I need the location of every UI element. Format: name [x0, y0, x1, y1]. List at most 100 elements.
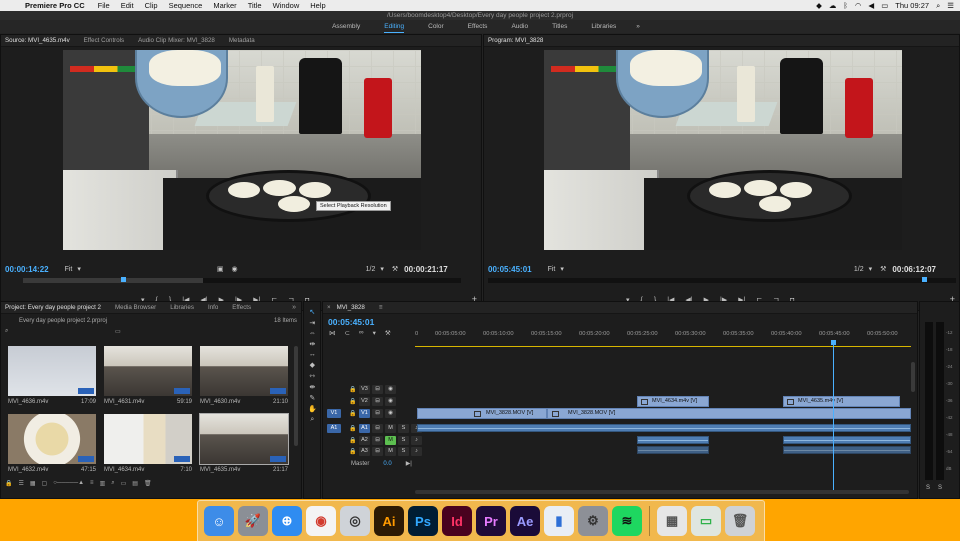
snap-icon[interactable]: ⊂: [345, 329, 350, 337]
list-view-icon[interactable]: ☰: [18, 480, 23, 487]
clip-thumbnail[interactable]: [200, 346, 288, 396]
program-playhead[interactable]: [922, 277, 927, 282]
ws-assembly[interactable]: Assembly: [320, 23, 372, 30]
eye-icon[interactable]: ◉: [385, 409, 396, 418]
dock-safari-icon[interactable]: ⊕: [272, 506, 302, 536]
wrench-icon[interactable]: ⚒: [880, 265, 886, 273]
program-time-ruler[interactable]: [488, 278, 956, 283]
bluetooth-icon[interactable]: ᛒ: [843, 1, 848, 10]
dock-keynote-icon[interactable]: ▮: [544, 506, 574, 536]
zoom-slider[interactable]: ○─────▲: [53, 480, 84, 487]
sort-icon[interactable]: ≡: [90, 480, 94, 487]
export-frame-icon[interactable]: ▣: [217, 265, 224, 273]
dock-facetime-icon[interactable]: ▭: [691, 506, 721, 536]
track-label-a3[interactable]: A3: [359, 447, 370, 456]
ws-audio[interactable]: Audio: [499, 23, 540, 30]
sync-lock-icon[interactable]: ⊟: [372, 409, 383, 418]
dock-photoshop-icon[interactable]: Ps: [408, 506, 438, 536]
clip-thumbnail[interactable]: [8, 414, 96, 464]
timeline-zoom-scrollbar[interactable]: [415, 490, 909, 494]
lock-icon[interactable]: 🔒: [5, 480, 12, 487]
timeline-scrollbar[interactable]: [911, 362, 915, 392]
slide-icon[interactable]: ⇼: [309, 383, 315, 391]
dock-spotify-icon[interactable]: ≋: [612, 506, 642, 536]
sync-lock-icon[interactable]: ⊟: [372, 385, 383, 394]
ws-more-button[interactable]: »: [636, 23, 640, 30]
cloud-icon[interactable]: ☁: [829, 1, 837, 10]
dock-launchpad-icon[interactable]: 🚀: [238, 506, 268, 536]
sync-lock-icon[interactable]: ⊟: [372, 436, 383, 445]
lock-icon[interactable]: 🔒: [349, 398, 359, 405]
solo-button[interactable]: S: [398, 436, 409, 445]
program-resolution-dropdown[interactable]: 1/2 ▾: [854, 265, 872, 274]
tab-metadata[interactable]: Metadata: [229, 37, 255, 44]
project-scrollbar[interactable]: [294, 346, 298, 446]
freeform-view-icon[interactable]: ▢: [42, 480, 48, 487]
track-label-v2[interactable]: V2: [359, 397, 370, 406]
source-resolution-dropdown[interactable]: 1/2 ▾: [366, 265, 384, 274]
ws-titles[interactable]: Titles: [540, 23, 579, 30]
time-ruler[interactable]: 0 00:05:05:00 00:05:10:00 00:05:15:00 00…: [413, 331, 913, 341]
ripple-edit-icon[interactable]: ⇔: [309, 330, 316, 337]
track-label-a1[interactable]: A1: [359, 424, 370, 433]
solo-right-button[interactable]: S: [938, 485, 942, 491]
mic-icon[interactable]: ♪: [411, 447, 422, 456]
tab-media-browser[interactable]: Media Browser: [115, 304, 156, 311]
program-video-frame[interactable]: [544, 50, 902, 250]
lock-icon[interactable]: 🔒: [349, 437, 359, 444]
sync-lock-icon[interactable]: ⊟: [372, 447, 383, 456]
ws-libraries[interactable]: Libraries: [579, 23, 628, 30]
hand-icon[interactable]: ✋: [308, 405, 317, 413]
solo-button[interactable]: S: [398, 447, 409, 456]
nest-icon[interactable]: ⋈: [329, 329, 336, 337]
dock-system-preferences-icon[interactable]: ⚙: [578, 506, 608, 536]
mic-icon[interactable]: ♪: [411, 436, 422, 445]
rate-stretch-icon[interactable]: ↔: [309, 351, 316, 358]
clip-thumbnail[interactable]: [104, 414, 192, 464]
mute-button[interactable]: M: [385, 424, 396, 433]
automate-icon[interactable]: ▥: [100, 480, 106, 487]
menu-edit[interactable]: Edit: [121, 1, 134, 10]
battery-icon[interactable]: ▭: [881, 1, 888, 10]
source-marker-icon[interactable]: ◉: [232, 265, 238, 273]
ws-color[interactable]: Color: [416, 23, 456, 30]
new-item-icon[interactable]: ▤: [132, 480, 138, 487]
track-select-icon[interactable]: ⇥: [309, 319, 315, 327]
source-patch-a1[interactable]: A1: [327, 424, 341, 433]
lock-icon[interactable]: 🔒: [349, 448, 359, 455]
dock-premiere-pro-icon[interactable]: Pr: [476, 506, 506, 536]
tab-project[interactable]: Project: Every day people project 2: [5, 304, 101, 311]
clip-thumbnail-selected[interactable]: [199, 413, 289, 465]
eye-icon[interactable]: ◉: [385, 385, 396, 394]
track-label-v3[interactable]: V3: [359, 385, 370, 394]
lock-icon[interactable]: 🔒: [349, 425, 359, 432]
list-icon[interactable]: ☰: [947, 1, 954, 10]
go-to-end-icon[interactable]: ▶|: [406, 460, 412, 467]
dock-trash-icon[interactable]: 🗑: [725, 506, 755, 536]
tab-info[interactable]: Info: [208, 304, 218, 311]
track-label-a2[interactable]: A2: [359, 436, 370, 445]
source-time-ruler[interactable]: [23, 278, 461, 283]
tab-menu-icon[interactable]: ≡: [379, 304, 383, 311]
clock[interactable]: Thu 09:27: [895, 1, 929, 10]
timeline-playhead[interactable]: [833, 340, 834, 492]
lock-icon[interactable]: 🔒: [349, 410, 359, 417]
add-marker-icon[interactable]: ▾: [373, 329, 376, 337]
menu-window[interactable]: Window: [273, 1, 300, 10]
find-icon[interactable]: ⌕: [111, 480, 114, 487]
rolling-edit-icon[interactable]: ⇹: [309, 340, 315, 348]
search-icon[interactable]: ⌕: [936, 1, 940, 11]
clip-v1-mvi3828-a[interactable]: MVI_3828.MOV [V]: [417, 408, 547, 419]
tab-sequence[interactable]: MVI_3828: [337, 304, 365, 311]
wifi-icon[interactable]: ◠: [855, 1, 862, 10]
tab-effect-controls[interactable]: Effect Controls: [84, 37, 124, 44]
icon-view-icon[interactable]: ▦: [30, 480, 36, 487]
panel-more-icon[interactable]: »: [292, 304, 296, 311]
dock-after-effects-icon[interactable]: Ae: [510, 506, 540, 536]
slip-icon[interactable]: ⇿: [309, 372, 315, 380]
volume-icon[interactable]: ◀: [868, 1, 874, 10]
source-patch-v1[interactable]: V1: [327, 409, 341, 418]
master-value[interactable]: 0.0: [383, 461, 391, 467]
audio-clip-a2-a[interactable]: [637, 436, 709, 444]
menu-help[interactable]: Help: [310, 1, 325, 10]
